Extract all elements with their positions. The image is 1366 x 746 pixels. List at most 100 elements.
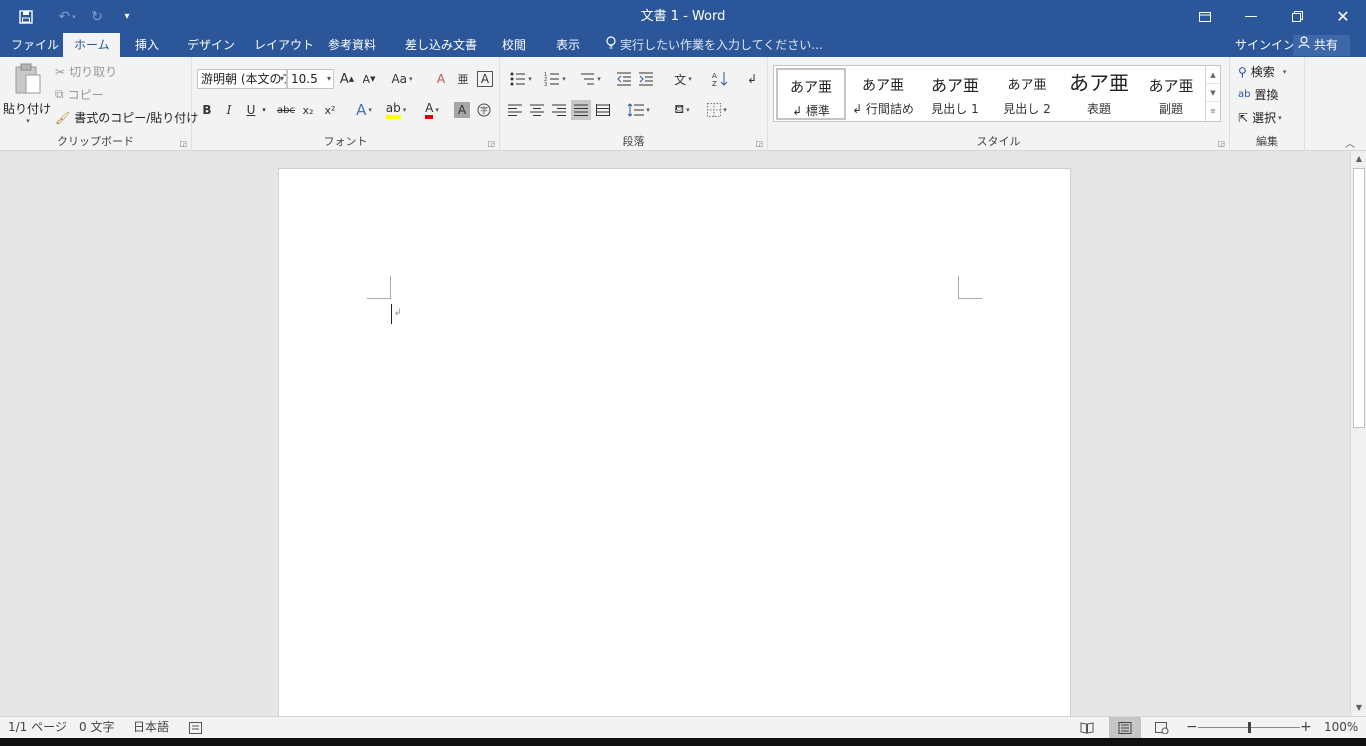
enclose-characters-icon[interactable]: 字 bbox=[474, 100, 494, 120]
undo-icon[interactable]: ↶ ▾ bbox=[52, 0, 82, 33]
zoom-level[interactable]: 100% bbox=[1324, 717, 1358, 739]
gallery-down-icon[interactable]: ▼ bbox=[1206, 84, 1220, 102]
replace-button[interactable]: ab 置換 bbox=[1238, 86, 1279, 103]
style-normal[interactable]: あア亜 ↲ 標準 bbox=[776, 68, 846, 120]
svg-text:字: 字 bbox=[480, 105, 488, 115]
paragraph-group-label: 段落 bbox=[622, 135, 645, 148]
subscript-button[interactable]: x₂ bbox=[298, 100, 318, 120]
clipboard-launcher-icon[interactable]: ◲ bbox=[179, 139, 187, 148]
change-case-button[interactable]: Aa ▾ bbox=[387, 69, 417, 89]
asian-layout-button[interactable]: 文 ▾ bbox=[668, 69, 698, 89]
clear-formatting-icon[interactable]: A bbox=[431, 69, 451, 89]
numbering-button[interactable]: 1 2 3 ▾ bbox=[539, 69, 571, 89]
tab-file[interactable]: ファイル bbox=[0, 33, 70, 57]
shading-button[interactable]: ⛾ ▾ bbox=[667, 100, 697, 120]
save-icon[interactable] bbox=[0, 0, 52, 33]
borders-button[interactable]: ▾ bbox=[702, 100, 732, 120]
font-color-button[interactable]: A ▾ bbox=[418, 100, 446, 120]
tab-mailings[interactable]: 差し込み文書 bbox=[394, 33, 488, 57]
copy-button[interactable]: ⧉ コピー bbox=[55, 86, 104, 103]
tab-references[interactable]: 参考資料 bbox=[317, 33, 387, 57]
web-layout-icon[interactable] bbox=[1155, 717, 1169, 739]
bullets-button[interactable]: ▾ bbox=[505, 69, 537, 89]
read-mode-icon[interactable] bbox=[1080, 717, 1094, 739]
style-heading-1[interactable]: あア亜 見出し 1 bbox=[920, 68, 990, 120]
styles-launcher-icon[interactable]: ◲ bbox=[1217, 139, 1225, 148]
document-area[interactable] bbox=[0, 151, 1350, 728]
ribbon-display-options-icon[interactable] bbox=[1182, 0, 1228, 33]
style-title[interactable]: あア亜 表題 bbox=[1064, 68, 1134, 120]
align-right-icon[interactable] bbox=[549, 100, 569, 120]
underline-dropdown-icon[interactable]: ▾ bbox=[259, 100, 269, 120]
close-icon[interactable]: ✕ bbox=[1320, 0, 1366, 33]
zoom-out-icon[interactable]: − bbox=[1186, 717, 1198, 739]
language-indicator[interactable]: 日本語 bbox=[133, 717, 169, 739]
distributed-icon[interactable] bbox=[593, 100, 613, 120]
taskbar bbox=[0, 738, 1366, 746]
document-page[interactable] bbox=[278, 168, 1071, 728]
select-button[interactable]: ⇱ 選択 ▾ bbox=[1238, 109, 1282, 126]
italic-button[interactable]: I bbox=[219, 100, 239, 120]
signin-link[interactable]: サインイン bbox=[1235, 33, 1295, 57]
sort-icon[interactable]: AZ bbox=[710, 69, 730, 89]
word-count[interactable]: 0 文字 bbox=[79, 717, 114, 739]
gallery-up-icon[interactable]: ▲ bbox=[1206, 66, 1220, 84]
zoom-in-icon[interactable]: + bbox=[1300, 717, 1312, 739]
style-heading-2[interactable]: あア亜 見出し 2 bbox=[992, 68, 1062, 120]
tab-review[interactable]: 校閲 bbox=[491, 33, 537, 57]
paragraph-launcher-icon[interactable]: ◲ bbox=[755, 139, 763, 148]
font-launcher-icon[interactable]: ◲ bbox=[487, 139, 495, 148]
asian-layout-icon: 文 bbox=[674, 72, 687, 87]
paste-dropdown-icon[interactable]: ▾ bbox=[26, 117, 30, 125]
font-name-combo[interactable]: 游明朝 (本文のフォ▾ bbox=[197, 69, 287, 89]
align-center-icon[interactable] bbox=[527, 100, 547, 120]
tab-layout[interactable]: レイアウト bbox=[243, 33, 325, 57]
tab-home[interactable]: ホーム bbox=[63, 33, 120, 57]
format-painter-button[interactable]: 🖌 書式のコピー/貼り付け bbox=[55, 109, 198, 126]
justify-icon[interactable] bbox=[571, 100, 591, 120]
minimize-icon[interactable]: — bbox=[1228, 0, 1274, 33]
style-no-spacing[interactable]: あア亜 ↲ 行間詰め bbox=[848, 68, 918, 120]
paste-button[interactable]: 貼り付け ▾ bbox=[3, 63, 51, 125]
tell-me-box[interactable]: 実行したい作業を入力してください... bbox=[606, 33, 823, 57]
gallery-more-icon[interactable]: ≡ bbox=[1206, 102, 1220, 120]
highlight-button[interactable]: ab ▾ bbox=[382, 100, 410, 120]
increase-indent-icon[interactable] bbox=[636, 69, 656, 89]
zoom-slider[interactable] bbox=[1198, 717, 1300, 739]
align-left-icon[interactable] bbox=[505, 100, 525, 120]
tab-design[interactable]: デザイン bbox=[176, 33, 246, 57]
zoom-slider-thumb[interactable] bbox=[1247, 722, 1251, 733]
grow-font-button[interactable]: A ▲ bbox=[337, 69, 357, 89]
macro-recording-icon[interactable] bbox=[189, 717, 202, 739]
text-effects-button[interactable]: A ▾ bbox=[350, 100, 378, 120]
multilevel-list-button[interactable]: ▾ bbox=[574, 69, 606, 89]
style-subtitle[interactable]: あア亜 副題 bbox=[1136, 68, 1206, 120]
scroll-up-icon[interactable]: ▲ bbox=[1351, 151, 1366, 167]
page-count[interactable]: 1/1 ページ bbox=[8, 717, 67, 739]
tab-insert[interactable]: 挿入 bbox=[124, 33, 170, 57]
decrease-indent-icon[interactable] bbox=[614, 69, 634, 89]
scroll-down-icon[interactable]: ▼ bbox=[1351, 700, 1366, 716]
vertical-scrollbar[interactable]: ▲ ▼ bbox=[1350, 151, 1366, 716]
character-shading-icon[interactable]: A bbox=[454, 102, 470, 118]
share-button[interactable]: 共有 bbox=[1293, 35, 1350, 56]
print-layout-icon[interactable] bbox=[1109, 717, 1141, 739]
customize-qat-icon[interactable]: ▾ bbox=[112, 0, 142, 33]
tab-view[interactable]: 表示 bbox=[545, 33, 591, 57]
cut-button[interactable]: ✂ 切り取り bbox=[55, 63, 117, 80]
line-spacing-button[interactable]: ▾ bbox=[624, 100, 654, 120]
bold-button[interactable]: B bbox=[197, 100, 217, 120]
character-border-icon[interactable]: A bbox=[477, 71, 493, 87]
redo-icon[interactable]: ↻ bbox=[82, 0, 112, 33]
shrink-font-button[interactable]: A ▼ bbox=[359, 69, 379, 89]
underline-button[interactable]: U bbox=[241, 100, 261, 120]
restore-icon[interactable] bbox=[1274, 0, 1320, 33]
phonetic-guide-icon[interactable]: 亜 bbox=[453, 69, 473, 89]
find-button[interactable]: ⚲ 検索 ▾ bbox=[1238, 63, 1286, 80]
scroll-thumb[interactable] bbox=[1353, 168, 1365, 428]
strikethrough-button[interactable]: abc bbox=[274, 100, 298, 120]
font-size-combo[interactable]: 10.5 ▾ bbox=[287, 69, 334, 89]
show-paragraph-marks-icon[interactable]: ↲ bbox=[742, 69, 762, 89]
superscript-button[interactable]: x² bbox=[320, 100, 340, 120]
collapse-ribbon-icon[interactable]: ︿ bbox=[1345, 135, 1355, 150]
